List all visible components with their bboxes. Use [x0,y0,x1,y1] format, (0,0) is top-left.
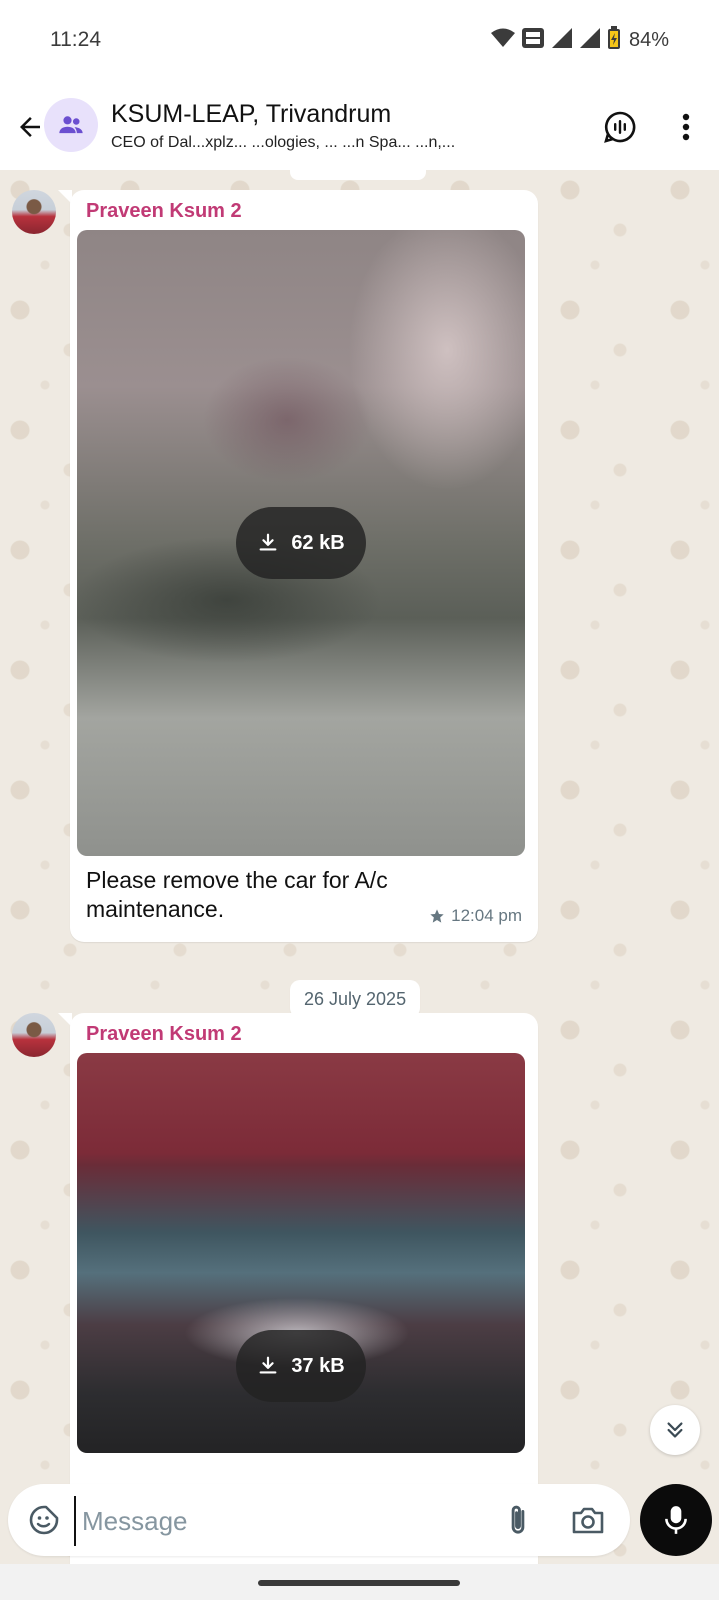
image-thumbnail[interactable]: 62 kB [77,230,525,856]
signal-icon [551,27,573,54]
chat-area[interactable]: Praveen Ksum 2 62 kB Please remove the c… [0,170,719,1564]
composer [8,1484,630,1556]
message-caption: Please remove the car for A/c maintenanc… [86,867,388,922]
media-size: 62 kB [291,531,345,554]
media-size: 37 kB [291,1354,345,1377]
download-button[interactable]: 62 kB [236,507,366,579]
system-nav-bar [0,1564,719,1600]
sender-name[interactable]: Praveen Ksum 2 [86,1023,242,1046]
sender-avatar[interactable] [12,1013,56,1057]
signal-icon [579,27,601,54]
message-meta: 12:04 pm [429,906,522,926]
composer-bar [0,1468,719,1564]
image-thumbnail[interactable]: 37 kB [77,1053,525,1453]
camera-icon [572,1507,604,1534]
voice-chat-icon [604,111,636,143]
star-icon [430,909,444,923]
battery-icon [607,26,621,55]
download-button[interactable]: 37 kB [236,1330,366,1402]
more-options-button[interactable] [662,103,710,151]
volte-icon [521,27,545,54]
attach-icon [511,1505,525,1534]
download-icon [259,1356,277,1374]
double-chevron-down-icon [667,1422,683,1438]
mic-icon [665,1506,687,1534]
voice-chat-button[interactable] [596,103,644,151]
status-time: 11:24 [50,28,101,51]
chat-header: KSUM-LEAP, Trivandrum CEO of Dal...xplz.… [0,84,719,170]
scroll-to-bottom-button[interactable] [650,1405,700,1455]
camera-button[interactable] [566,1498,610,1542]
back-arrow-icon [20,117,40,137]
sticker-button[interactable] [22,1498,66,1542]
chat-title[interactable]: KSUM-LEAP, Trivandrum [111,100,391,129]
sticker-icon [29,1505,59,1535]
status-bar: 11:24 84% [0,0,719,84]
group-icon [59,116,83,134]
sender-avatar[interactable] [12,190,56,234]
chat-subtitle: CEO of Dal...xplz... ...ologies, ... ...… [111,134,456,151]
message-input[interactable] [74,1496,504,1546]
status-icons: 84% [490,26,669,55]
message-bubble[interactable]: Praveen Ksum 2 62 kB Please remove the c… [70,190,538,942]
date-divider-partial [290,170,426,180]
sender-name[interactable]: Praveen Ksum 2 [86,200,242,223]
battery-percentage: 84% [628,29,669,51]
home-gesture-handle[interactable] [258,1580,460,1586]
message-time: 12:04 pm [451,906,522,925]
download-icon [259,533,277,551]
more-vert-icon [682,113,690,141]
voice-record-button[interactable] [640,1484,712,1556]
attach-button[interactable] [496,1498,540,1542]
wifi-icon [490,28,515,53]
group-avatar[interactable] [44,98,98,152]
